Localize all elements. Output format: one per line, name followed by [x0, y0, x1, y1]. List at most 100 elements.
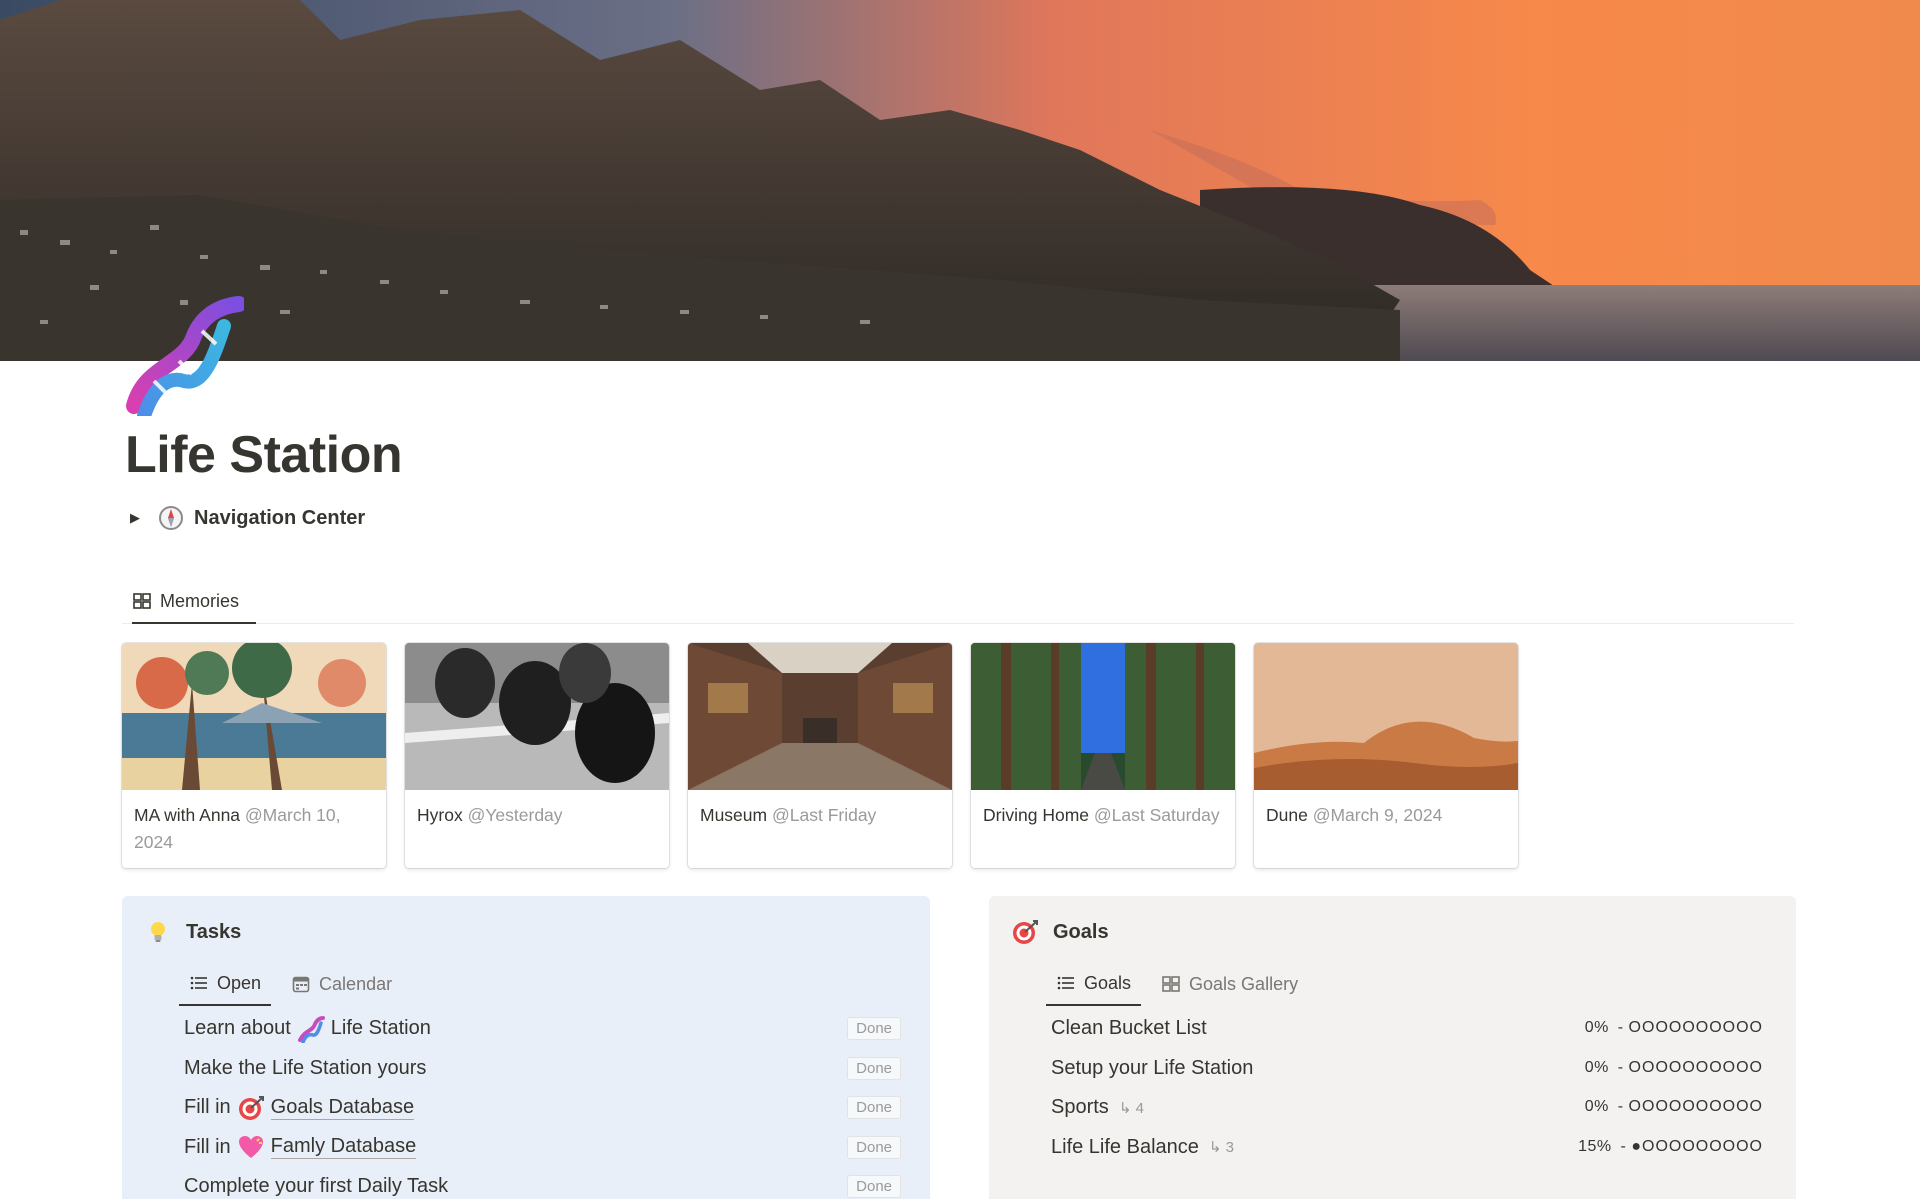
card-caption: Dune @March 9, 2024: [1254, 790, 1518, 841]
list-icon: [1057, 976, 1074, 990]
card-date: @Last Friday: [771, 805, 877, 825]
task-row[interactable]: Learn about Life Station Done: [184, 1009, 901, 1049]
goal-progress-dots: OOOOOOOOOO: [1628, 1058, 1763, 1076]
card-thumbnail: [688, 643, 952, 790]
tab-open[interactable]: Open: [179, 962, 272, 1006]
heart-icon: [238, 1136, 263, 1159]
goal-progress: 0% - OOOOOOOOOO: [1584, 1098, 1763, 1115]
done-button[interactable]: Done: [847, 1017, 901, 1040]
task-text: Complete your first Daily Task: [184, 1175, 449, 1198]
task-link[interactable]: Goals Database: [270, 1096, 415, 1120]
card-thumbnail: [405, 643, 669, 790]
card-thumbnail: [1254, 643, 1518, 790]
goal-percent: 0%: [1584, 1058, 1609, 1076]
goal-row[interactable]: Clean Bucket List 0% - OOOOOOOOOO: [1051, 1009, 1763, 1049]
tasks-panel: Tasks Open Calendar Learn about Life Sta…: [122, 896, 930, 1199]
done-button[interactable]: Done: [847, 1135, 901, 1159]
tab-calendar[interactable]: Calendar: [281, 962, 402, 1006]
card-title: Museum: [700, 805, 768, 825]
lightbulb-icon: [151, 922, 165, 942]
target-icon: [1013, 920, 1038, 944]
subgoal-count: ↳ 3: [1208, 1139, 1234, 1157]
goal-name: Setup your Life Station: [1051, 1056, 1254, 1079]
goal-row[interactable]: Sports ↳ 4 0% - OOOOOOOOOO: [1051, 1088, 1763, 1128]
goal-progress-dots: OOOOOOOOOO: [1628, 1098, 1763, 1115]
dna-icon[interactable]: [124, 296, 247, 423]
memory-card[interactable]: MA with Anna @March 10, 2024: [122, 643, 386, 868]
goal-row[interactable]: Life Life Balance ↳ 3 15% - ●OOOOOOOOO: [1051, 1128, 1763, 1168]
goals-panel: Goals Goals Goals Gallery Clean Bucket L…: [989, 896, 1796, 1199]
goals-list: Clean Bucket List 0% - OOOOOOOOOO Setup …: [1051, 1009, 1763, 1167]
card-caption: MA with Anna @March 10, 2024: [122, 790, 386, 868]
gallery-icon: [1162, 976, 1180, 992]
memory-card[interactable]: Dune @March 9, 2024: [1254, 643, 1518, 868]
goal-progress: 0% - OOOOOOOOOO: [1584, 1058, 1763, 1076]
card-caption: Driving Home @Last Saturday: [971, 790, 1235, 841]
subgoal-count-value: 4: [1135, 1099, 1144, 1117]
goal-name: Clean Bucket List: [1051, 1017, 1207, 1040]
goal-percent: 15%: [1578, 1137, 1612, 1155]
task-link[interactable]: Famly Database: [270, 1135, 417, 1160]
card-title: MA with Anna: [134, 805, 241, 825]
tasks-list: Learn about Life Station Done Make the L…: [184, 1009, 901, 1199]
card-caption: Museum @Last Friday: [688, 790, 952, 841]
compass-icon: [159, 506, 183, 530]
card-caption: Hyrox @Yesterday: [405, 790, 669, 841]
card-date: @March 9, 2024: [1312, 805, 1443, 825]
tab-memories-label: Memories: [160, 590, 240, 611]
goals-title: Goals: [1053, 920, 1109, 943]
task-row[interactable]: Make the Life Station yours Done: [184, 1049, 901, 1089]
tab-goals-gallery-label: Goals Gallery: [1189, 973, 1299, 994]
card-date: @Yesterday: [467, 805, 563, 825]
gallery-icon: [133, 593, 151, 609]
done-button[interactable]: Done: [847, 1056, 901, 1080]
subgoal-count-value: 3: [1225, 1139, 1234, 1157]
goals-tabs: Goals Goals Gallery: [1046, 962, 1308, 1006]
goal-progress-dots: OOOOOOOOOO: [1628, 1019, 1763, 1036]
toggle-triangle-icon[interactable]: ▶: [130, 510, 148, 526]
card-thumbnail: [971, 643, 1235, 790]
memories-gallery: MA with Anna @March 10, 2024 Hyrox @Yest…: [122, 643, 1518, 868]
goal-name: Life Life Balance: [1051, 1135, 1199, 1158]
goals-header: Goals: [1011, 918, 1109, 946]
task-text: Make the Life Station yours: [184, 1056, 427, 1079]
card-date: @Last Saturday: [1093, 805, 1220, 825]
memory-card[interactable]: Driving Home @Last Saturday: [971, 643, 1235, 868]
calendar-icon: [292, 976, 310, 993]
task-row[interactable]: Fill in Goals Database Done: [184, 1088, 901, 1128]
memory-card[interactable]: Museum @Last Friday: [688, 643, 952, 868]
navigation-center-label: Navigation Center: [194, 506, 366, 529]
goal-percent: 0%: [1584, 1019, 1609, 1036]
list-icon: [190, 976, 207, 990]
tasks-tabs: Open Calendar: [179, 962, 402, 1006]
task-link[interactable]: Life Station: [331, 1017, 431, 1040]
task-text: Fill in: [184, 1096, 231, 1119]
memory-card[interactable]: Hyrox @Yesterday: [405, 643, 669, 868]
task-text: Learn about: [184, 1017, 291, 1040]
goal-progress: 15% - ●OOOOOOOOO: [1578, 1137, 1763, 1155]
goal-row[interactable]: Setup your Life Station 0% - OOOOOOOOOO: [1051, 1049, 1763, 1089]
card-thumbnail: [122, 643, 386, 790]
target-icon: [238, 1095, 264, 1120]
done-button[interactable]: Done: [847, 1175, 901, 1198]
goal-name: Sports: [1051, 1096, 1109, 1119]
subgoal-count: ↳ 4: [1118, 1099, 1144, 1117]
goal-progress: 0% - OOOOOOOOOO: [1584, 1019, 1763, 1036]
tab-open-label: Open: [217, 972, 262, 993]
page-title: Life Station: [125, 426, 403, 484]
tab-goals-gallery[interactable]: Goals Gallery: [1151, 962, 1308, 1006]
goal-progress-dots: ●OOOOOOOOO: [1631, 1137, 1763, 1155]
done-button[interactable]: Done: [847, 1096, 901, 1119]
task-row[interactable]: Fill in Famly Database Done: [184, 1128, 901, 1168]
card-title: Hyrox: [417, 805, 463, 825]
tab-goals[interactable]: Goals: [1046, 962, 1142, 1006]
tasks-header: Tasks: [144, 918, 241, 946]
tab-goals-label: Goals: [1084, 972, 1132, 993]
card-title: Dune: [1266, 805, 1308, 825]
tasks-title: Tasks: [186, 920, 242, 943]
tab-memories[interactable]: Memories: [132, 580, 256, 624]
task-row[interactable]: Complete your first Daily Task Done: [184, 1167, 901, 1199]
navigation-center-toggle[interactable]: ▶ Navigation Center: [130, 505, 365, 531]
memories-tabbar: Memories: [122, 580, 1794, 624]
card-title: Driving Home: [983, 805, 1089, 825]
